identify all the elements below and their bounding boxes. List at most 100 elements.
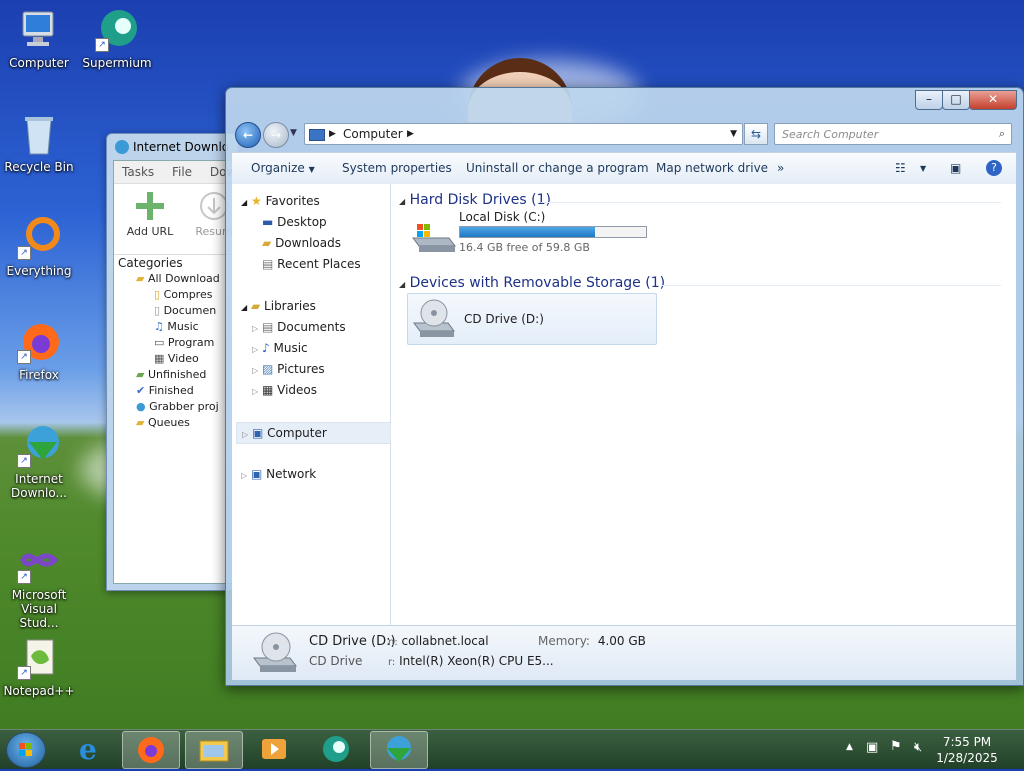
recent-pages-dropdown[interactable]: ▼	[290, 128, 297, 138]
desktop-icon-supermium[interactable]: ↗ Supermium	[79, 8, 155, 70]
close-button[interactable]: ✕	[969, 90, 1017, 110]
nav-label: Pictures	[277, 362, 325, 376]
category-compressed[interactable]: ▯ Compres	[114, 287, 236, 303]
refresh-button[interactable]: ⇆	[744, 123, 768, 145]
desktop-icon-everything[interactable]: ↗ Everything	[1, 216, 77, 278]
video-icon: ▦	[154, 352, 165, 365]
shortcut-arrow-icon: ↗	[17, 350, 31, 364]
category-finished[interactable]: ✔ Finished	[114, 383, 236, 399]
nav-network[interactable]: ▷ ▣ Network	[241, 464, 316, 484]
help-button[interactable]: ?	[986, 160, 1002, 176]
group-hard-disk-drives[interactable]: ◢ Hard Disk Drives (1)	[399, 192, 551, 208]
nav-downloads[interactable]: ▰ Downloads	[262, 233, 341, 253]
category-music[interactable]: ♫ Music	[114, 319, 236, 335]
search-box[interactable]: Search Computer ⌕	[774, 123, 1012, 145]
start-button[interactable]	[6, 732, 46, 768]
cd-drive-item[interactable]: CD Drive (D:)	[407, 293, 657, 345]
more-commands-button[interactable]: »	[777, 161, 784, 175]
breadcrumb[interactable]: Computer	[343, 124, 403, 144]
taskbar-firefox[interactable]	[122, 731, 180, 769]
taskbar-idm[interactable]	[370, 731, 428, 769]
group-title: Devices with Removable Storage (1)	[409, 275, 666, 291]
computer-icon	[17, 8, 61, 52]
nav-videos[interactable]: ▷ ▦ Videos	[252, 380, 317, 400]
downloads-folder-icon: ▰	[262, 236, 272, 250]
nav-favorites[interactable]: ◢ ★ Favorites	[241, 191, 320, 211]
category-video[interactable]: ▦ Video	[114, 351, 236, 367]
check-folder-icon: ✔	[136, 384, 146, 397]
view-dropdown-icon[interactable]: ▼	[920, 164, 926, 173]
category-all-downloads[interactable]: ▰ All Download	[114, 271, 236, 287]
desktop-icon-idm[interactable]: ↗ Internet Downlo...	[1, 424, 77, 500]
show-hidden-icons-button[interactable]: ▲	[846, 742, 853, 752]
nav-label: Documents	[277, 320, 346, 334]
forward-button[interactable]: →	[263, 122, 289, 148]
local-disk-name: Local Disk (C:)	[459, 210, 546, 224]
uninstall-program-button[interactable]: Uninstall or change a program	[466, 161, 649, 175]
address-dropdown-icon[interactable]: ▼	[730, 124, 737, 144]
nav-music[interactable]: ▷ ♪ Music	[252, 338, 308, 358]
details-name: CD Drive (D:)	[309, 634, 396, 649]
idm-toolbar: Add URL Resum	[114, 184, 236, 255]
everything-icon: ↗	[17, 216, 61, 260]
search-icon[interactable]: ⌕	[992, 124, 1005, 144]
category-unfinished[interactable]: ▰ Unfinished	[114, 367, 236, 383]
collapse-arrow-icon: ▷	[241, 471, 248, 480]
back-button[interactable]: ←	[235, 122, 261, 148]
search-placeholder: Search Computer	[782, 128, 879, 141]
action-center-flag-icon[interactable]: ⚑	[890, 739, 902, 754]
clock[interactable]: 7:55 PM 1/28/2025	[932, 734, 1002, 766]
network-tray-icon[interactable]: ▣	[866, 740, 878, 755]
details-workgroup: n: collabnet.local	[388, 634, 489, 648]
minimize-button[interactable]: –	[915, 90, 943, 110]
category-grabber[interactable]: ● Grabber proj	[114, 399, 236, 415]
preview-pane-icon: ▣	[950, 161, 962, 175]
system-properties-button[interactable]: System properties	[342, 161, 452, 175]
idm-menu-file[interactable]: File	[172, 165, 192, 179]
local-disk-item[interactable]: Local Disk (C:) 16.4 GB free of 59.8 GB	[407, 210, 657, 258]
nav-desktop[interactable]: ▬ Desktop	[262, 212, 327, 232]
group-removable-storage[interactable]: ◢ Devices with Removable Storage (1)	[399, 275, 665, 291]
taskbar-supermium[interactable]	[308, 731, 364, 767]
hard-drive-icon	[412, 224, 456, 252]
breadcrumb-chevron-icon[interactable]: ▶	[407, 124, 414, 144]
category-label: Program	[167, 336, 215, 349]
desktop-icon-recycle-bin[interactable]: Recycle Bin	[1, 112, 77, 174]
nav-pictures[interactable]: ▷ ▨ Pictures	[252, 359, 325, 379]
idm-window[interactable]: Internet Downlo Tasks File Dow Add URL R…	[106, 133, 238, 591]
taskbar-ie[interactable]: e	[62, 731, 118, 767]
category-label: Compres	[163, 288, 213, 301]
preview-pane-button[interactable]: ▣	[950, 161, 961, 175]
category-programs[interactable]: ▭ Program	[114, 335, 236, 351]
breadcrumb-separator-icon: ▶	[329, 129, 336, 139]
windows-logo-icon	[19, 743, 32, 756]
nav-libraries[interactable]: ◢ ▰ Libraries	[241, 296, 316, 316]
volume-muted-icon[interactable]: 🔇︎	[914, 740, 922, 755]
add-url-button[interactable]: Add URL	[124, 190, 176, 238]
change-view-button[interactable]: ☷	[895, 161, 906, 175]
nav-recent-places[interactable]: ▤ Recent Places	[262, 254, 361, 274]
category-documents[interactable]: ▯ Documen	[114, 303, 236, 319]
computer-small-icon	[309, 129, 325, 141]
nav-documents[interactable]: ▷ ▤ Documents	[252, 317, 346, 337]
taskbar-explorer[interactable]	[185, 731, 243, 769]
firefox-icon: ↗	[17, 320, 61, 364]
desktop-icon-notepad-plus[interactable]: ↗ Notepad++	[1, 636, 77, 698]
organize-button[interactable]: Organize ▼	[251, 161, 315, 175]
maximize-button[interactable]: □	[942, 90, 970, 110]
explorer-window[interactable]: – □ ✕ ← → ▼ ▶ Computer ▶ ▼ ⇆ Search Comp…	[225, 87, 1024, 686]
desktop-icon-visual-studio[interactable]: ↗ Microsoft Visual Stud...	[1, 540, 77, 630]
idm-title-bar[interactable]: Internet Downlo	[107, 134, 237, 160]
nav-computer[interactable]: ▷ ▣ Computer	[236, 422, 391, 444]
category-queues[interactable]: ▰ Queues	[114, 415, 236, 431]
desktop-icon-computer[interactable]: Computer	[1, 8, 77, 70]
map-network-drive-button[interactable]: Map network drive	[656, 161, 768, 175]
internet-explorer-icon: e	[79, 733, 97, 766]
star-icon: ★	[250, 194, 262, 208]
plus-icon	[136, 192, 164, 220]
taskbar-media-player[interactable]	[246, 731, 302, 767]
desktop-icon-firefox[interactable]: ↗ Firefox	[1, 320, 77, 382]
address-bar[interactable]: ▶ Computer ▶ ▼	[304, 123, 743, 145]
idm-menu-tasks[interactable]: Tasks	[122, 165, 154, 179]
collapse-arrow-icon: ▷	[252, 345, 259, 354]
